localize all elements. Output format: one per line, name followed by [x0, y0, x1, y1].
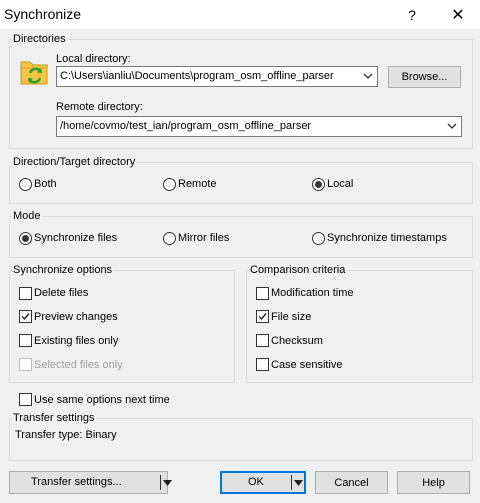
direction-remote-label: Remote — [178, 178, 217, 190]
local-directory-label: Local directory: — [56, 53, 131, 65]
browse-button-label: Browse... — [401, 71, 448, 83]
transfer-type-text: Transfer type: Binary — [15, 429, 117, 441]
synchronize-options-group-label: Synchronize options — [12, 264, 114, 277]
mode-group-label: Mode — [12, 210, 42, 223]
local-directory-combo[interactable]: C:\Users\ianliu\Documents\program_osm_of… — [56, 66, 378, 87]
transfer-settings-group-label: Transfer settings — [12, 412, 96, 425]
mode-mirror-files-radio[interactable] — [163, 232, 176, 245]
checkmark-icon — [258, 313, 267, 321]
existing-files-only-checkbox[interactable] — [19, 334, 32, 347]
ok-button-label: OK — [248, 476, 264, 488]
comparison-criteria-group-label: Comparison criteria — [249, 264, 347, 277]
close-icon: ✕ — [451, 6, 465, 24]
preview-changes-checkbox[interactable] — [19, 310, 32, 323]
modification-time-checkbox[interactable] — [256, 287, 269, 300]
case-sensitive-label: Case sensitive — [271, 359, 343, 371]
checksum-label: Checksum — [271, 335, 323, 347]
cancel-button-label: Cancel — [334, 476, 369, 489]
close-button[interactable]: ✕ — [436, 0, 480, 29]
help-button-label: Help — [422, 476, 445, 489]
direction-group-label: Direction/Target directory — [12, 156, 137, 169]
cancel-button[interactable]: Cancel — [315, 471, 388, 494]
title-bar: Synchronize ? ✕ — [0, 0, 480, 29]
checkmark-icon — [21, 313, 30, 321]
mode-synchronize-files-label: Synchronize files — [34, 232, 118, 244]
modification-time-label: Modification time — [271, 287, 354, 299]
use-same-options-checkbox[interactable] — [19, 393, 32, 406]
window-title: Synchronize — [4, 6, 82, 22]
delete-files-checkbox[interactable] — [19, 287, 32, 300]
remote-directory-combo[interactable]: /home/covmo/test_ian/program_osm_offline… — [56, 116, 462, 137]
remote-directory-label: Remote directory: — [56, 101, 143, 113]
existing-files-only-label: Existing files only — [34, 335, 119, 347]
mode-synchronize-timestamps-label: Synchronize timestamps — [327, 232, 447, 244]
caret-down-icon[interactable] — [294, 479, 303, 487]
file-size-checkbox[interactable] — [256, 310, 269, 323]
ok-button[interactable]: OK — [220, 471, 306, 494]
checksum-checkbox[interactable] — [256, 334, 269, 347]
question-icon: ? — [408, 6, 416, 23]
use-same-options-label: Use same options next time — [34, 394, 170, 406]
browse-button[interactable]: Browse... — [388, 66, 461, 88]
help-button[interactable]: Help — [397, 471, 470, 494]
transfer-settings-button[interactable]: Transfer settings... — [9, 471, 172, 494]
directories-group-label: Directories — [12, 33, 67, 46]
mode-mirror-files-label: Mirror files — [178, 232, 230, 244]
file-size-label: File size — [271, 311, 312, 323]
chevron-down-icon — [447, 123, 457, 129]
caret-down-icon[interactable] — [163, 479, 172, 487]
direction-group: Direction/Target directory — [9, 156, 473, 204]
direction-local-radio[interactable] — [312, 178, 325, 191]
preview-changes-label: Preview changes — [34, 311, 118, 323]
mode-synchronize-timestamps-radio[interactable] — [312, 232, 325, 245]
direction-remote-radio[interactable] — [163, 178, 176, 191]
case-sensitive-checkbox[interactable] — [256, 358, 269, 371]
remote-directory-value: /home/covmo/test_ian/program_osm_offline… — [60, 120, 312, 132]
chevron-down-icon — [363, 73, 373, 79]
split-divider — [291, 475, 292, 490]
local-directory-value: C:\Users\ianliu\Documents\program_osm_of… — [60, 70, 334, 82]
selected-files-only-label: Selected files only — [34, 359, 123, 371]
direction-local-label: Local — [327, 178, 354, 190]
mode-synchronize-files-radio[interactable] — [19, 232, 32, 245]
selected-files-only-checkbox — [19, 358, 32, 371]
folder-sync-icon — [20, 61, 48, 85]
delete-files-label: Delete files — [34, 287, 89, 299]
transfer-settings-button-label: Transfer settings... — [31, 476, 122, 488]
direction-both-label: Both — [34, 178, 57, 190]
split-divider — [160, 475, 161, 490]
help-title-button[interactable]: ? — [390, 0, 434, 29]
direction-both-radio[interactable] — [19, 178, 32, 191]
